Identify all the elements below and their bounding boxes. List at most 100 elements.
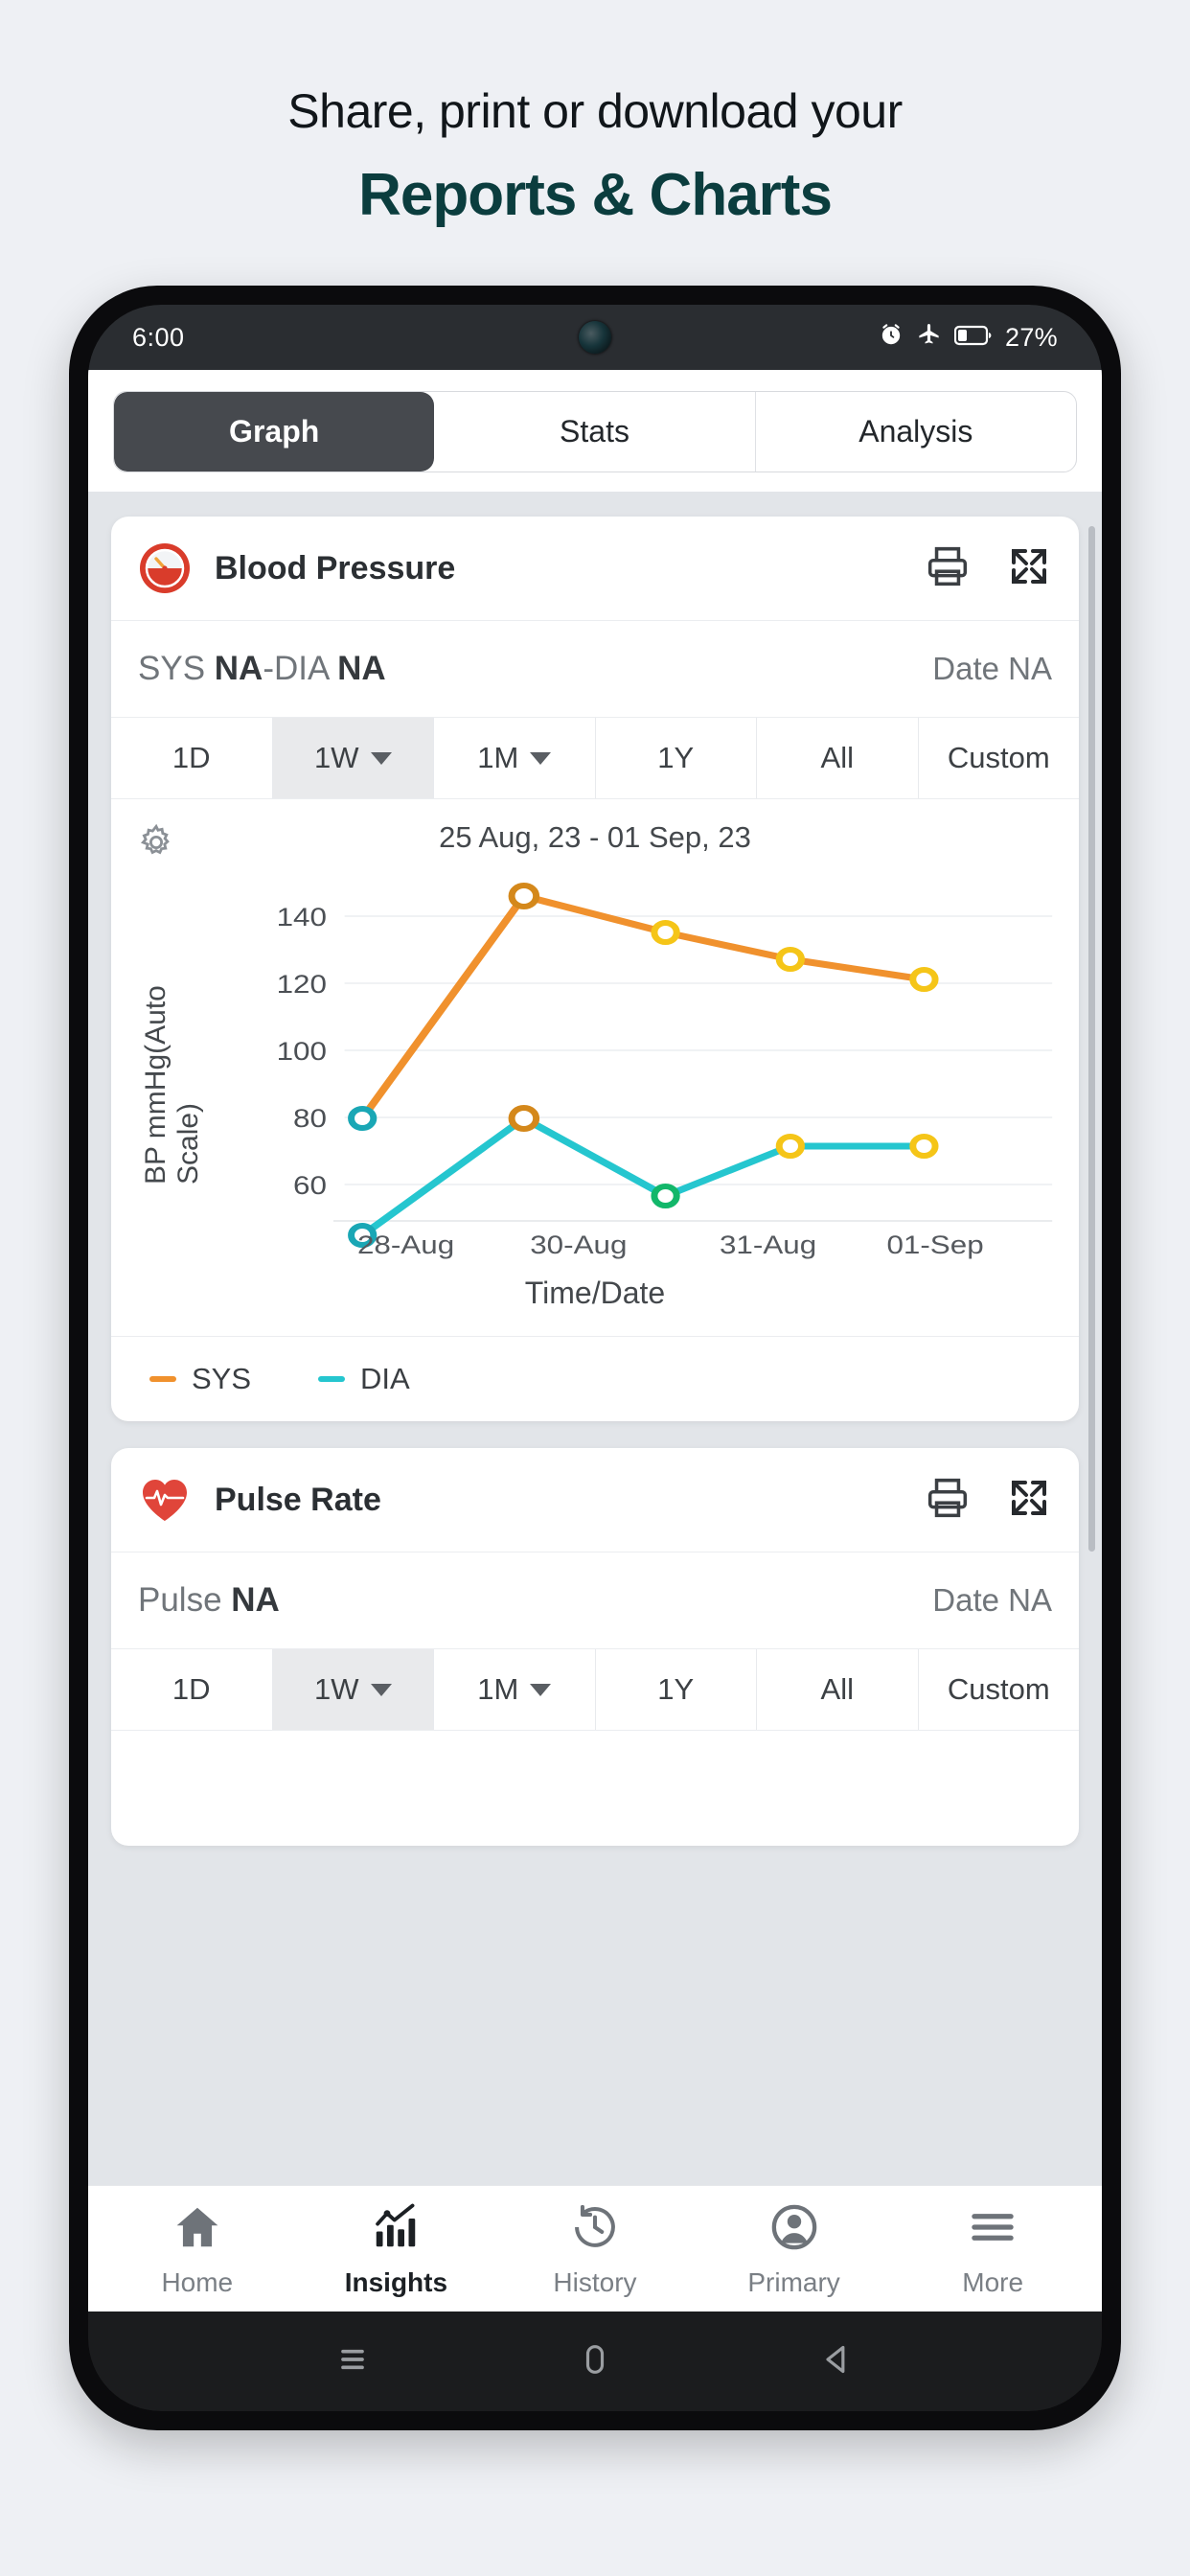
pulse-summary-row: Pulse NA Date NA	[111, 1552, 1079, 1649]
nav-item-insights[interactable]: Insights	[297, 2201, 496, 2298]
svg-text:31-Aug: 31-Aug	[720, 1230, 816, 1259]
bp-card-header: Blood Pressure	[111, 517, 1079, 621]
app-content: Graph Stats Analysis Blood Pressure SYS …	[88, 370, 1102, 2312]
bp-period-custom-label: Custom	[947, 741, 1050, 774]
status-bar: 6:00 27%	[88, 305, 1102, 370]
bp-period-all[interactable]: All	[757, 718, 919, 798]
battery-percent-label: 27%	[1005, 322, 1058, 352]
chevron-down-icon	[530, 751, 552, 765]
tab-analysis[interactable]: Analysis	[756, 392, 1076, 472]
svg-text:30-Aug: 30-Aug	[530, 1230, 627, 1259]
pulse-period-all-label: All	[820, 1672, 854, 1706]
bp-sys-value: NA	[214, 650, 263, 687]
phone-frame: 6:00 27% Graph Stats Analysis Blood Pres…	[69, 286, 1121, 2430]
battery-icon	[953, 323, 993, 353]
chart-y-axis-label: BP mmHg(Auto Scale)	[140, 985, 204, 1184]
chevron-down-icon	[530, 1683, 552, 1696]
legend-swatch-dia	[318, 1376, 346, 1382]
bp-period-1w[interactable]: 1W	[272, 718, 434, 798]
back-triangle-icon[interactable]	[818, 2340, 857, 2383]
pulse-period-1w[interactable]: 1W	[272, 1649, 434, 1730]
recents-icon[interactable]	[333, 2340, 372, 2383]
pulse-period-1d-label: 1D	[172, 1672, 211, 1706]
promo-header: Share, print or download your Reports & …	[0, 0, 1190, 228]
bp-period-1m-label: 1M	[477, 741, 519, 774]
hamburger-menu-icon	[967, 2201, 1018, 2258]
legend-item-dia[interactable]: DIA	[318, 1362, 410, 1396]
user-profile-icon	[768, 2201, 820, 2258]
legend-item-sys[interactable]: SYS	[149, 1362, 251, 1396]
pulse-period-1m[interactable]: 1M	[434, 1649, 596, 1730]
bp-card-title: Blood Pressure	[215, 549, 456, 586]
svg-text:60: 60	[293, 1171, 327, 1200]
bp-period-all-label: All	[820, 741, 854, 774]
pulse-rate-card: Pulse Rate Pulse NA Date NA 1D 1W 1M 1Y …	[111, 1448, 1079, 1846]
android-navigation-bar	[88, 2312, 1102, 2411]
print-icon[interactable]	[924, 1474, 972, 1527]
front-camera-punchhole	[579, 321, 611, 354]
svg-text:01-Sep: 01-Sep	[886, 1230, 983, 1259]
blood-pressure-gauge-icon	[138, 541, 192, 595]
tab-graph[interactable]: Graph	[114, 392, 435, 472]
promo-line-1: Share, print or download your	[287, 84, 903, 138]
pulse-period-1w-label: 1W	[314, 1672, 359, 1706]
pulse-period-1d[interactable]: 1D	[111, 1649, 273, 1730]
bp-dia-value: NA	[337, 650, 386, 687]
legend-label-sys: SYS	[192, 1362, 252, 1395]
bp-summary-row: SYS NA-DIA NA Date NA	[111, 621, 1079, 718]
airplane-mode-icon	[916, 321, 942, 354]
pulse-card-title: Pulse Rate	[215, 1481, 381, 1518]
tab-bar: Graph Stats Analysis	[88, 370, 1102, 492]
pulse-period-1y[interactable]: 1Y	[596, 1649, 757, 1730]
bottom-navigation: Home Insights History Primary More	[88, 2185, 1102, 2312]
expand-icon[interactable]	[1006, 543, 1052, 594]
print-icon[interactable]	[924, 542, 972, 595]
cards-scroll-area[interactable]: Blood Pressure SYS NA-DIA NA Date NA 1D …	[88, 492, 1102, 2185]
chevron-down-icon	[370, 751, 392, 765]
vertical-scrollbar[interactable]	[1088, 526, 1095, 1552]
home-circle-icon[interactable]	[576, 2340, 614, 2383]
blood-pressure-card: Blood Pressure SYS NA-DIA NA Date NA 1D …	[111, 517, 1079, 1421]
nav-item-home[interactable]: Home	[98, 2201, 297, 2298]
bp-summary-values: SYS NA-DIA NA	[138, 650, 386, 688]
bp-period-selector: 1D 1W 1M 1Y All Custom	[111, 718, 1079, 799]
chart-date-range: 25 Aug, 23 - 01 Sep, 23	[439, 820, 751, 854]
svg-text:28-Aug: 28-Aug	[357, 1230, 454, 1259]
bp-period-custom[interactable]: Custom	[919, 718, 1080, 798]
svg-text:120: 120	[277, 970, 327, 999]
status-bar-time: 6:00	[132, 322, 185, 352]
tab-stats[interactable]: Stats	[434, 392, 756, 472]
pulse-period-all[interactable]: All	[757, 1649, 919, 1730]
home-icon	[172, 2201, 223, 2258]
chart-legend: SYS DIA	[111, 1336, 1079, 1421]
chart-settings-gear-icon[interactable]	[136, 822, 176, 867]
nav-label-history: History	[553, 2267, 637, 2297]
history-clock-icon	[569, 2201, 621, 2258]
nav-label-home: Home	[161, 2267, 234, 2297]
svg-text:100: 100	[277, 1037, 327, 1066]
pulse-period-custom[interactable]: Custom	[919, 1649, 1080, 1730]
bp-period-1y[interactable]: 1Y	[596, 718, 757, 798]
nav-label-more: More	[962, 2267, 1024, 2297]
nav-label-primary: Primary	[747, 2267, 840, 2297]
bp-period-1d-label: 1D	[172, 741, 211, 774]
heart-pulse-icon	[138, 1473, 192, 1527]
pulse-summary-date: Date NA	[932, 1582, 1052, 1618]
nav-item-primary[interactable]: Primary	[695, 2201, 894, 2298]
pulse-card-header: Pulse Rate	[111, 1448, 1079, 1552]
nav-item-history[interactable]: History	[495, 2201, 695, 2298]
expand-icon[interactable]	[1006, 1475, 1052, 1526]
bp-chart: 25 Aug, 23 - 01 Sep, 23 BP mmHg(Auto Sca…	[111, 799, 1079, 1336]
bp-period-1m[interactable]: 1M	[434, 718, 596, 798]
nav-item-more[interactable]: More	[893, 2201, 1092, 2298]
pulse-label: Pulse	[138, 1581, 232, 1619]
promo-line-2: Reports & Charts	[358, 161, 833, 228]
pulse-period-1m-label: 1M	[477, 1672, 519, 1706]
bp-summary-date: Date NA	[932, 651, 1052, 686]
bp-period-1d[interactable]: 1D	[111, 718, 273, 798]
legend-label-dia: DIA	[360, 1362, 410, 1395]
bp-sys-label: SYS	[138, 650, 215, 687]
chevron-down-icon	[370, 1683, 392, 1696]
alarm-icon	[879, 322, 904, 354]
nav-label-insights: Insights	[344, 2267, 448, 2297]
